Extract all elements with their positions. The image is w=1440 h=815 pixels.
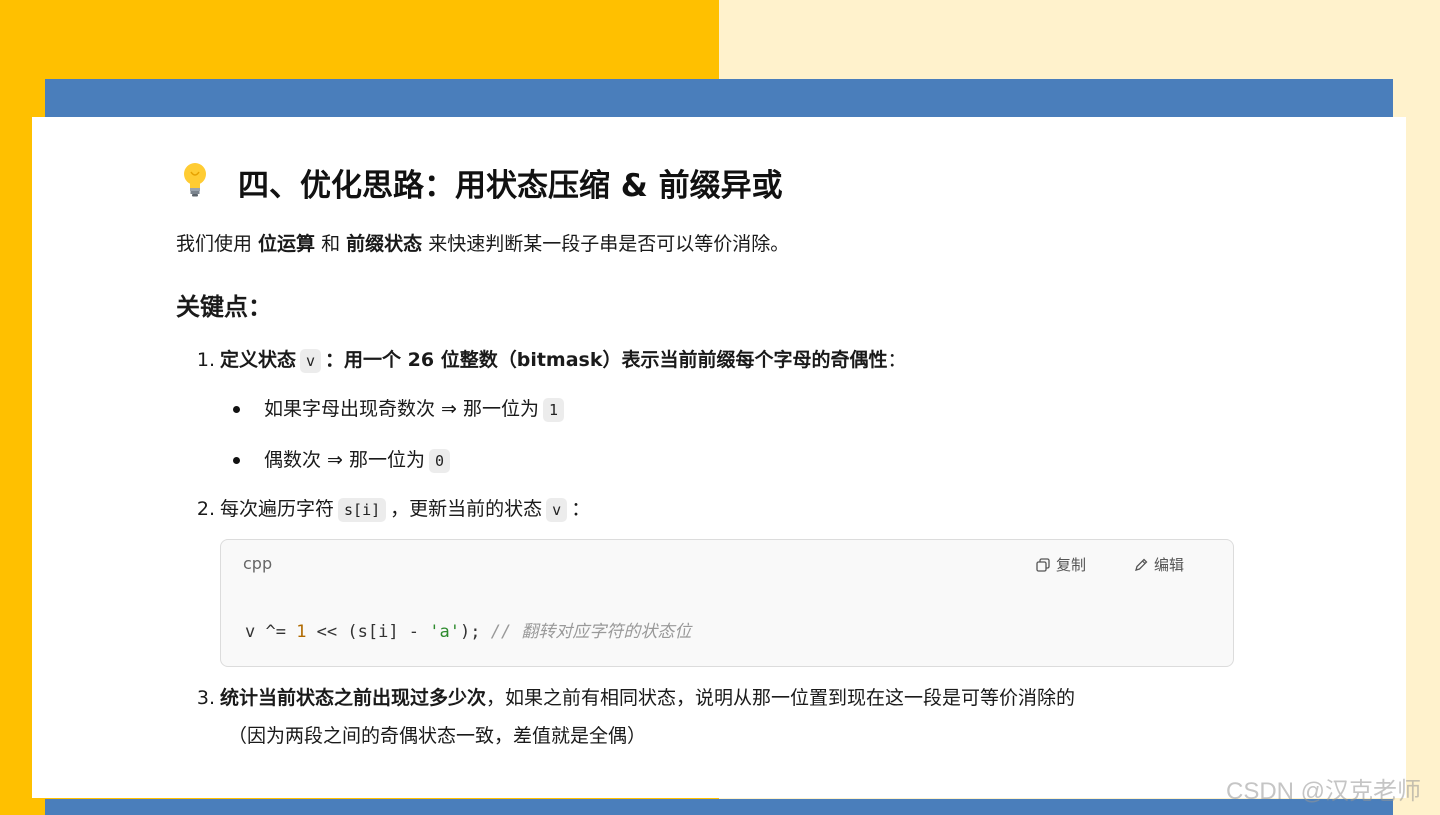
bullet-item: 偶数次 ⇒ 那一位为 0 — [233, 446, 454, 475]
key-points-heading: 关键点： — [176, 293, 272, 321]
top-band — [45, 79, 1393, 119]
lightbulb-icon — [182, 162, 216, 202]
inline-code: 0 — [429, 449, 451, 473]
code-token-number: 1 — [296, 622, 307, 642]
copy-label: 复制 — [1056, 556, 1087, 574]
list-bold: 统计当前状态之前出现过多少次 — [220, 687, 487, 709]
intro-paragraph: 我们使用 位运算 和 前缀状态 来快速判断某一段子串是否可以等价消除。 — [176, 230, 789, 258]
list-item: 1. 定义状态 v ：用一个 26 位整数（bitmask）表示当前前缀每个字母的奇… — [197, 346, 907, 375]
list-text: 每次遍历字符 — [220, 498, 335, 520]
list-text: ： — [571, 498, 591, 520]
list-item-continuation: （因为两段之间的奇偶状态一致，差值就是全偶） — [228, 722, 646, 750]
list-item: 3. 统计当前状态之前出现过多少次，如果之前有相同状态，说明从那一位置到现在这一… — [197, 684, 1076, 712]
inline-code: v — [546, 498, 568, 522]
inline-code: s[i] — [338, 498, 387, 522]
list-text: ，如果之前有相同状态，说明从那一位置到现在这一段是可等价消除的 — [486, 687, 1076, 709]
intro-bold-prefix: 前缀状态 — [346, 233, 423, 255]
section-heading: 四、优化思路：用状态压缩 & 前缀异或 — [176, 160, 783, 204]
edit-button[interactable]: 编辑 — [1134, 554, 1184, 575]
list-text: （因为两段之间的奇偶状态一致，差值就是全偶） — [228, 725, 647, 747]
code-block: cpp 复制 编辑 v ^= 1 << (s[i] - 'a'); // 翻转对… — [220, 539, 1234, 667]
heading-text: 四、优化思路：用状态压缩 & 前缀异或 — [238, 167, 783, 204]
edit-icon — [1135, 558, 1148, 571]
bullet-dot — [233, 457, 240, 464]
code-token-comment: // 翻转对应字符的状态位 — [490, 622, 692, 642]
intro-bold-bitops: 位运算 — [258, 233, 316, 255]
code-token-string: 'a' — [429, 622, 460, 642]
intro-text: 和 — [315, 233, 347, 255]
list-number: 1. — [196, 349, 215, 371]
copy-icon — [1036, 557, 1050, 572]
intro-text: 我们使用 — [176, 233, 259, 255]
code-token: ); — [459, 622, 491, 642]
bullet-text: 如果字母出现奇数次 ⇒ 那一位为 — [264, 398, 539, 420]
copy-button[interactable]: 复制 — [1036, 554, 1086, 575]
list-bold: 定义状态 — [220, 349, 297, 371]
code-token: v ^= — [245, 622, 297, 642]
list-number: 2. — [196, 498, 215, 520]
code-line: v ^= 1 << (s[i] - 'a'); // 翻转对应字符的状态位 — [245, 617, 691, 642]
watermark: CSDN @汉克老师 — [1226, 778, 1422, 805]
bottom-band — [45, 799, 1393, 815]
code-token: << (s[i] - — [306, 622, 430, 642]
code-language-label: cpp — [243, 554, 273, 573]
list-number: 3. — [196, 687, 215, 709]
bullet-text: 偶数次 ⇒ 那一位为 — [264, 449, 425, 471]
intro-text: 来快速判断某一段子串是否可以等价消除。 — [422, 233, 790, 255]
list-bold: ：用一个 26 位整数（bitmask）表示当前前缀每个字母的奇偶性 — [325, 349, 888, 371]
list-item: 2. 每次遍历字符 s[i] ，更新当前的状态 v： — [197, 495, 591, 524]
edit-label: 编辑 — [1154, 556, 1185, 574]
bullet-item: 如果字母出现奇数次 ⇒ 那一位为 1 — [233, 395, 568, 424]
inline-code: v — [300, 349, 322, 373]
bullet-dot — [233, 406, 240, 413]
inline-code: 1 — [543, 398, 565, 422]
list-text: ： — [887, 349, 907, 371]
list-text: ，更新当前的状态 — [390, 498, 543, 520]
